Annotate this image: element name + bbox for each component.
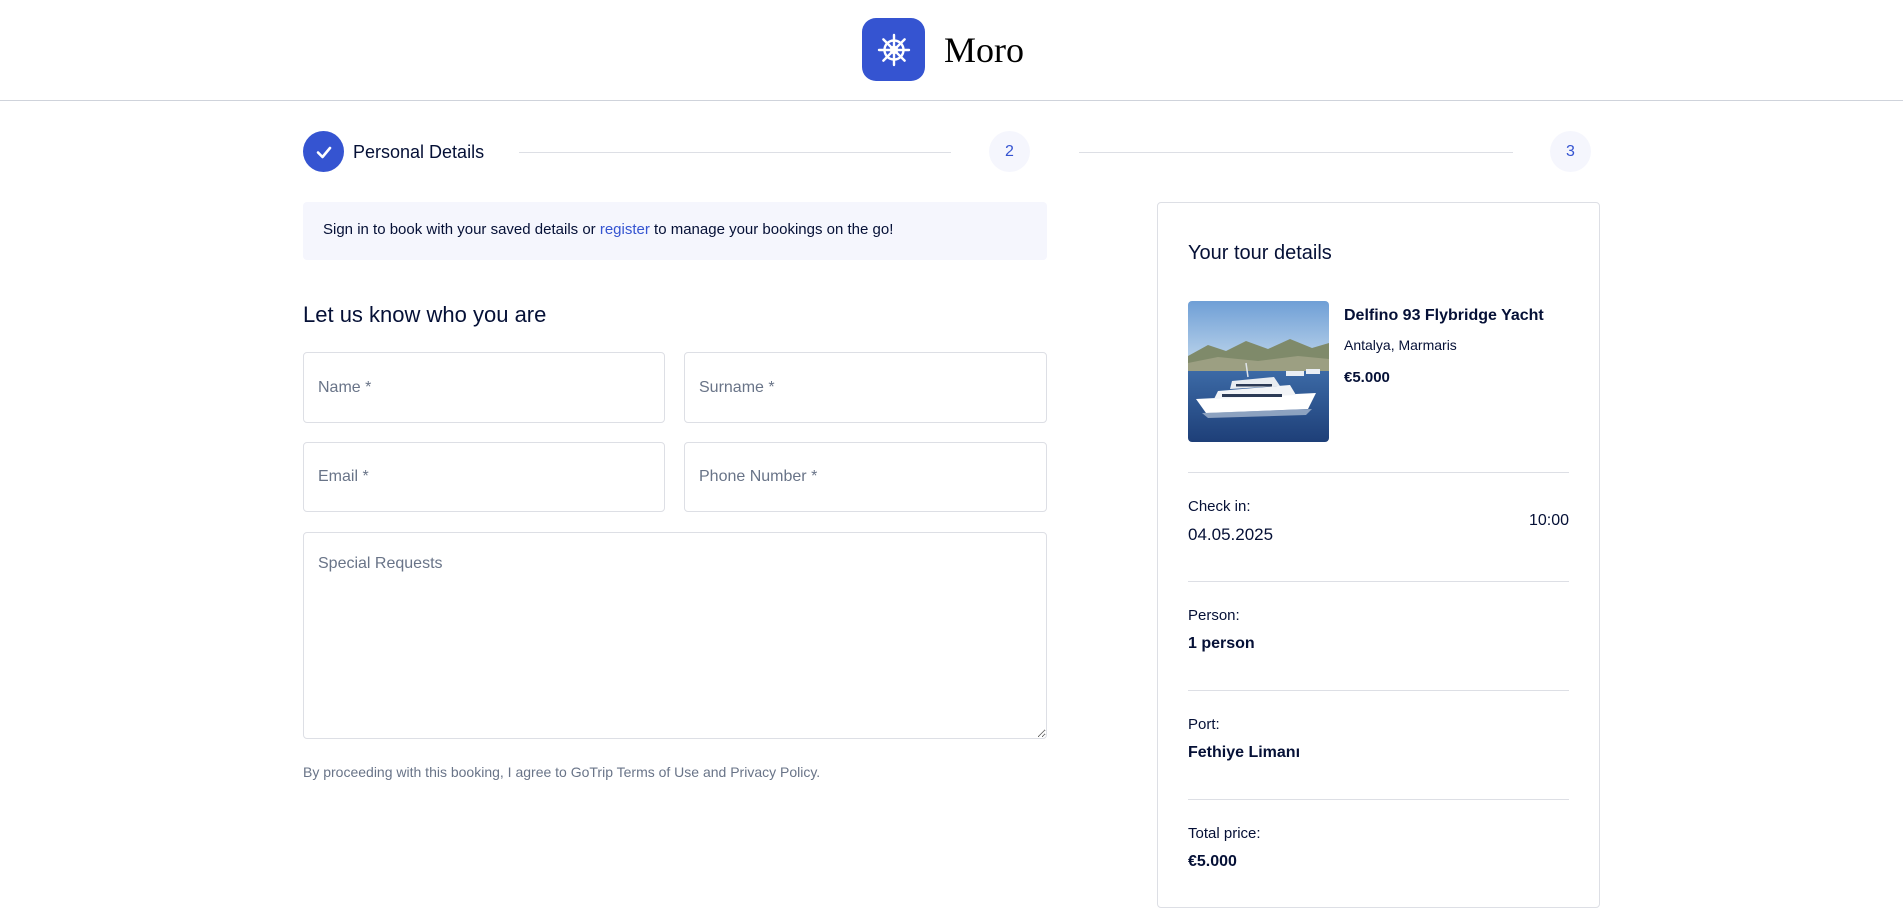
- signin-text-after: to manage your bookings on the go!: [649, 221, 894, 238]
- tour-details-card: Your tour details Delfino 93 Flybridge Y…: [1157, 202, 1600, 908]
- person-label: Person:: [1188, 607, 1240, 624]
- card-title: Your tour details: [1188, 242, 1332, 264]
- special-requests-field[interactable]: [303, 532, 1047, 739]
- checkmark-icon: [316, 146, 331, 158]
- brand[interactable]: Moro: [862, 18, 1024, 81]
- person-value: 1 person: [1188, 635, 1255, 652]
- name-field[interactable]: [303, 352, 665, 423]
- step-3-badge: 3: [1550, 131, 1591, 172]
- booking-stepper: Personal Details 2 3: [303, 131, 1591, 173]
- surname-field[interactable]: [684, 352, 1047, 423]
- checkin-label: Check in:: [1188, 498, 1251, 515]
- port-value: Fethiye Limanı: [1188, 744, 1301, 761]
- total-price-label: Total price:: [1188, 825, 1261, 842]
- step-1-label: Personal Details: [353, 142, 485, 162]
- agreement-text: By proceeding with this booking, I agree…: [303, 764, 821, 780]
- signin-banner: Sign in to book with your saved details …: [303, 202, 1047, 260]
- ship-wheel-icon: [877, 33, 910, 66]
- step-connector: [1079, 152, 1513, 153]
- step-2-badge: 2: [989, 131, 1030, 172]
- tour-location: Antalya, Marmaris: [1344, 337, 1457, 353]
- checkin-time: 10:00: [1528, 512, 1569, 529]
- tour-name[interactable]: Delfino 93 Flybridge Yacht: [1344, 307, 1544, 325]
- site-header: Moro: [0, 0, 1903, 101]
- phone-field[interactable]: [684, 442, 1047, 512]
- register-link[interactable]: register: [600, 221, 650, 238]
- divider: [1188, 472, 1569, 473]
- divider: [1188, 581, 1569, 582]
- divider: [1188, 690, 1569, 691]
- step-1-complete-badge: [303, 131, 344, 172]
- tour-price: €5.000: [1344, 369, 1390, 386]
- brand-name[interactable]: Moro: [944, 29, 1024, 71]
- step-connector: [519, 152, 951, 153]
- email-field[interactable]: [303, 442, 665, 512]
- tour-image: [1188, 301, 1329, 442]
- port-label: Port:: [1188, 716, 1220, 733]
- logo[interactable]: [862, 18, 925, 81]
- divider: [1188, 799, 1569, 800]
- signin-text-before: Sign in to book with your saved details …: [323, 221, 600, 238]
- total-price-value: €5.000: [1188, 853, 1237, 870]
- checkin-date: 04.05.2025: [1188, 525, 1274, 544]
- form-title: Let us know who you are: [303, 302, 547, 327]
